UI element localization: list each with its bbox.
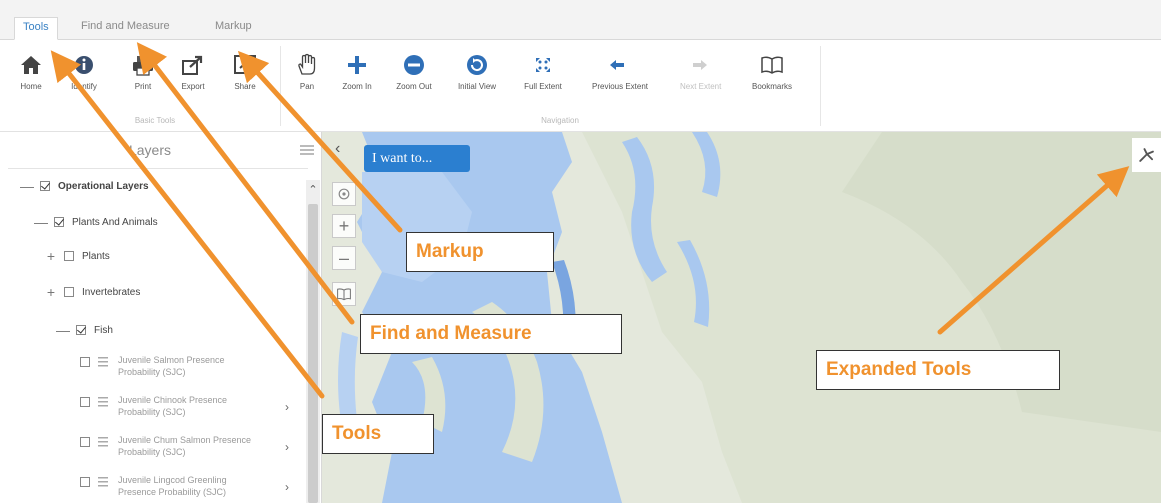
collapse-toggle[interactable]: — bbox=[34, 214, 48, 230]
layer-label: Invertebrates bbox=[82, 286, 141, 298]
layer-item[interactable]: Juvenile Salmon Presence Probability (SJ… bbox=[80, 354, 300, 378]
layer-item[interactable]: Juvenile Lingcod Greenling Presence Prob… bbox=[80, 474, 300, 498]
layer-item[interactable]: Juvenile Chinook Presence Probability (S… bbox=[80, 394, 300, 418]
layer-checkbox[interactable] bbox=[80, 477, 90, 487]
chevron-right-icon[interactable]: › bbox=[285, 400, 289, 414]
map-zoom-in-button[interactable]: + bbox=[332, 214, 356, 238]
export-icon bbox=[182, 55, 203, 75]
share-icon bbox=[234, 55, 256, 74]
layer-label: Operational Layers bbox=[58, 180, 149, 192]
tab-tools[interactable]: Tools bbox=[14, 17, 58, 40]
initial-view-button[interactable]: Initial View bbox=[456, 46, 498, 108]
print-button[interactable]: Print bbox=[128, 46, 158, 108]
layer-list-icon bbox=[98, 477, 108, 487]
group-separator bbox=[820, 46, 821, 126]
layer-checkbox[interactable] bbox=[76, 325, 86, 335]
callout-tools: Tools bbox=[322, 414, 434, 454]
full-extent-icon bbox=[536, 58, 550, 72]
layer-list-icon bbox=[98, 357, 108, 367]
layer-checkbox[interactable] bbox=[80, 357, 90, 367]
layer-list-icon bbox=[98, 397, 108, 407]
layer-label: Plants bbox=[82, 250, 110, 262]
printer-icon bbox=[133, 56, 153, 76]
expanded-tools-icon bbox=[1138, 148, 1154, 162]
zoom-out-icon bbox=[404, 55, 424, 75]
export-button[interactable]: Export bbox=[176, 46, 210, 108]
layer-checkbox[interactable] bbox=[40, 181, 50, 191]
layer-list-icon bbox=[98, 437, 108, 447]
layer-item-label: Juvenile Salmon Presence Probability (SJ… bbox=[118, 355, 225, 377]
callout-markup: Markup bbox=[406, 232, 554, 272]
basic-tools-group-label: Basic Tools bbox=[134, 116, 176, 125]
layer-item[interactable]: Juvenile Chum Salmon Presence Probabilit… bbox=[80, 434, 300, 458]
chevron-right-icon[interactable]: › bbox=[285, 440, 289, 454]
tab-markup[interactable]: Markup bbox=[207, 17, 260, 40]
layer-item-label: Juvenile Lingcod Greenling Presence Prob… bbox=[118, 475, 227, 497]
full-extent-button[interactable]: Full Extent bbox=[524, 46, 562, 108]
hand-icon bbox=[298, 53, 316, 75]
panel-menu-icon[interactable] bbox=[300, 144, 314, 156]
bookmarks-button[interactable]: Bookmarks bbox=[752, 46, 792, 108]
next-extent-button[interactable]: Next Extent bbox=[680, 46, 721, 108]
pan-button[interactable]: Pan bbox=[294, 46, 320, 108]
scroll-up-arrow-icon[interactable]: ⌃ bbox=[306, 180, 320, 200]
layer-label: Plants And Animals bbox=[72, 216, 158, 228]
layer-item-label: Juvenile Chinook Presence Probability (S… bbox=[118, 395, 228, 417]
ribbon-tab-strip: Tools Find and Measure Markup bbox=[0, 0, 1161, 40]
layer-row-plants-and-animals: — Plants And Animals bbox=[34, 212, 158, 232]
home-button[interactable]: Home bbox=[18, 46, 44, 108]
bookmarks-icon bbox=[337, 288, 351, 301]
panel-divider bbox=[8, 168, 308, 169]
share-button[interactable]: Share bbox=[228, 46, 262, 108]
chevron-right-icon[interactable]: › bbox=[285, 480, 289, 494]
previous-extent-button[interactable]: Previous Extent bbox=[592, 46, 648, 108]
plus-icon: + bbox=[338, 216, 350, 236]
collapse-toggle[interactable]: — bbox=[20, 178, 34, 194]
layers-panel: Layers — Operational Layers — Plants And… bbox=[0, 132, 322, 503]
next-extent-icon bbox=[693, 60, 707, 70]
locate-icon bbox=[338, 188, 350, 200]
collapse-toggle[interactable]: — bbox=[56, 322, 70, 338]
i-want-to-button[interactable]: I want to... bbox=[364, 145, 470, 172]
layers-panel-title: Layers bbox=[128, 142, 172, 158]
layer-row-plants: + Plants bbox=[44, 246, 110, 266]
layer-row-operational-layers: — Operational Layers bbox=[20, 176, 149, 196]
scrollbar-thumb[interactable] bbox=[308, 204, 318, 503]
minus-icon: – bbox=[338, 248, 349, 268]
layer-checkbox[interactable] bbox=[54, 217, 64, 227]
identify-button[interactable]: Identify bbox=[64, 46, 104, 108]
callout-expanded-tools: Expanded Tools bbox=[816, 350, 1060, 390]
locate-button[interactable] bbox=[332, 182, 356, 206]
layer-label: Fish bbox=[94, 324, 113, 336]
info-icon bbox=[75, 56, 93, 74]
layer-checkbox[interactable] bbox=[80, 437, 90, 447]
ribbon-toolbar: Home Identify Print Export Share Pan Zoo… bbox=[0, 40, 1161, 132]
group-separator bbox=[280, 46, 281, 126]
tab-find-and-measure[interactable]: Find and Measure bbox=[73, 17, 178, 40]
map-zoom-out-button[interactable]: – bbox=[332, 246, 356, 270]
layer-item-label: Juvenile Chum Salmon Presence Probabilit… bbox=[118, 435, 252, 457]
bookmarks-icon bbox=[761, 56, 783, 74]
home-icon bbox=[21, 56, 41, 74]
expand-toggle[interactable]: + bbox=[44, 284, 58, 300]
expand-toggle[interactable]: + bbox=[44, 248, 58, 264]
navigation-group-label: Navigation bbox=[541, 116, 579, 125]
zoom-out-button[interactable]: Zoom Out bbox=[396, 46, 432, 108]
zoom-in-button[interactable]: Zoom In bbox=[340, 46, 374, 108]
layer-checkbox[interactable] bbox=[64, 287, 74, 297]
initial-view-icon bbox=[467, 55, 487, 75]
layer-checkbox[interactable] bbox=[64, 251, 74, 261]
layer-row-fish: — Fish bbox=[56, 320, 113, 340]
zoom-in-icon bbox=[348, 56, 366, 74]
collapse-panel-chevron-icon[interactable]: ‹ bbox=[335, 140, 340, 158]
layer-checkbox[interactable] bbox=[80, 397, 90, 407]
map-bookmarks-button[interactable] bbox=[332, 282, 356, 306]
expanded-tools-button[interactable] bbox=[1132, 138, 1161, 172]
layer-row-invertebrates: + Invertebrates bbox=[44, 282, 140, 302]
callout-find-and-measure: Find and Measure bbox=[360, 314, 622, 354]
previous-extent-icon bbox=[610, 60, 624, 70]
